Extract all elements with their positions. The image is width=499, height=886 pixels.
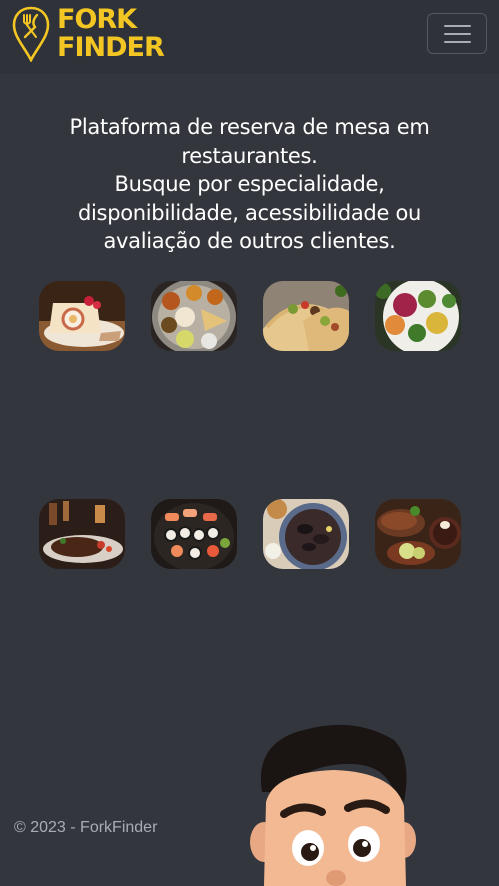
category-indian-image[interactable] (151, 281, 237, 351)
page: FORK FINDER Plataforma de reserva de mes… (0, 0, 499, 886)
hero-line: Plataforma de reserva de mesa em (69, 115, 430, 139)
category-dessert-image[interactable] (39, 281, 125, 351)
brand-name: FORK FINDER (57, 4, 165, 63)
category-japanese-image[interactable] (151, 499, 237, 569)
map-pin-fork-knife-icon (12, 6, 50, 62)
brand-name-line1: FORK (57, 4, 137, 35)
brand-name-line2: FINDER (57, 32, 165, 63)
hero-line: avaliação de outros clientes. (103, 229, 396, 253)
hero-line: restaurantes. (181, 143, 318, 168)
footer-copyright: © 2023 - ForkFinder (14, 819, 158, 836)
hero-line: disponibilidade, acessibilidade ou (77, 200, 422, 225)
menu-toggle-button[interactable] (427, 13, 487, 54)
hamburger-icon (444, 25, 471, 27)
hamburger-icon-bar (444, 33, 471, 35)
mascot-character-image (244, 722, 424, 886)
hamburger-icon-bar (444, 41, 471, 43)
brand-logo[interactable]: FORK FINDER (12, 4, 165, 63)
category-vegetarian-image[interactable] (375, 281, 461, 351)
category-steak-image[interactable] (39, 499, 125, 569)
category-brazilian-image[interactable] (375, 499, 461, 569)
hero-line: Busque por especialidade, (114, 172, 385, 196)
category-seafood-image[interactable] (263, 499, 349, 569)
navbar: FORK FINDER (0, 0, 499, 74)
hero-description: Plataforma de reserva de mesa em restaur… (20, 113, 479, 256)
category-mexican-image[interactable] (263, 281, 349, 351)
